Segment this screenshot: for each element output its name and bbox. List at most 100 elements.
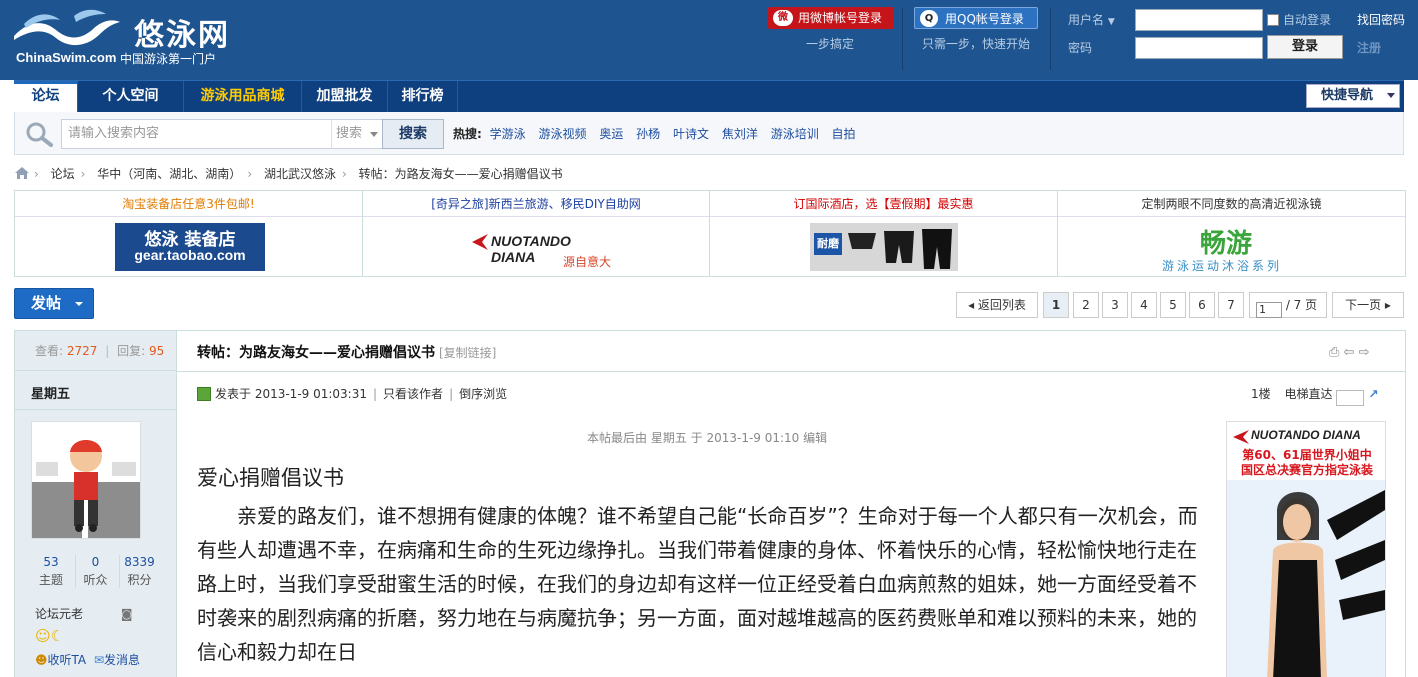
search-input[interactable]: 请输入搜索内容 (61, 119, 333, 149)
avatar-image-icon (32, 440, 140, 538)
page-4[interactable]: 4 (1131, 292, 1157, 318)
ad-goggles[interactable]: 定制两眼不同度数的高清近视泳镜 畅游 游泳运动沐浴系列 (1058, 191, 1405, 276)
nav-item-space[interactable]: 个人空间 (78, 81, 184, 112)
search-button[interactable]: 搜索 (382, 119, 444, 149)
hot-link[interactable]: 学游泳 (490, 127, 526, 141)
avatar[interactable] (31, 421, 141, 539)
only-author-link[interactable]: 只看该作者 (383, 387, 443, 401)
hot-link[interactable]: 孙杨 (636, 127, 660, 141)
login-button[interactable]: 登录 (1267, 35, 1343, 59)
forgot-password-link[interactable]: 找回密码 (1357, 11, 1405, 28)
ad-gear[interactable]: 淘宝装备店任意3件包邮! 悠泳 装备店 gear.taobao.com (15, 191, 363, 276)
follow-button[interactable]: ☻收听TA (35, 653, 86, 667)
next-page-button[interactable]: 下一页 ▸ (1332, 292, 1404, 318)
main-nav: 论坛 个人空间 游泳用品商城 加盟批发 排行榜 快捷导航 (14, 80, 1404, 112)
back-to-list-button[interactable]: ◂ 返回列表 (956, 292, 1038, 318)
ad-title[interactable]: [奇异之旅]新西兰旅游、移民DIY自助网 (363, 191, 709, 217)
page-1[interactable]: 1 (1043, 292, 1069, 318)
stat-points[interactable]: 8339 积分 (119, 555, 159, 588)
breadcrumb-item[interactable]: 论坛 (51, 167, 75, 181)
logo-domain: ChinaSwim.com (16, 50, 117, 65)
site-logo[interactable]: 悠泳网 ChinaSwim.com 中国游泳第一门户 (14, 6, 234, 68)
post-body-text: 亲爱的路友们，谁不想拥有健康的体魄？谁不希望自己能“长命百岁”？生命对于每一个人… (197, 504, 1198, 664)
hot-link[interactable]: 奥运 (599, 127, 623, 141)
page-jump[interactable]: 1 / 7 页 (1249, 292, 1327, 318)
ad-title[interactable]: 淘宝装备店任意3件包邮! (15, 191, 362, 217)
nav-item-forum[interactable]: 论坛 (14, 81, 78, 112)
logo-text: 悠泳网 (134, 18, 230, 53)
camera-icon[interactable]: ◙ (121, 607, 133, 621)
thread: 查看: 2727 | 回复: 95 星期五 53 主题 0 听众 8339 积分… (14, 330, 1406, 677)
hot-link[interactable]: 游泳视频 (538, 127, 586, 141)
prev-thread-icon[interactable]: ⇦ (1344, 345, 1355, 360)
register-link[interactable]: 注册 (1357, 39, 1381, 56)
qq-icon: Q (920, 10, 938, 27)
username-input[interactable] (1135, 9, 1263, 31)
stat-listeners[interactable]: 0 听众 (75, 555, 115, 588)
author-name[interactable]: 星期五 (31, 383, 70, 402)
moon-icon: ☾ (50, 627, 65, 645)
post-meta: 发表于 2013-1-9 01:03:31 | 只看该作者 | 倒序浏览 (197, 385, 507, 402)
quick-nav-button[interactable]: 快捷导航 (1306, 84, 1400, 108)
nav-item-ranking[interactable]: 排行榜 (388, 81, 458, 112)
chevron-right-icon: › (34, 167, 39, 181)
chevron-right-icon: › (341, 167, 347, 181)
password-label: 密码 (1068, 41, 1093, 55)
diana-banner[interactable]: NUOTANDO DIANA 源自意大 (459, 223, 619, 271)
nav-item-mall[interactable]: 游泳用品商城 (184, 81, 302, 112)
new-post-button[interactable]: 发帖 (14, 288, 94, 319)
breadcrumb-item[interactable]: 华中（河南、湖北、湖南） (97, 167, 241, 181)
weibo-login-button[interactable]: 微 用微博帐号登录 (768, 7, 894, 29)
go-icon[interactable]: ↗ (1368, 387, 1378, 401)
ad-nz-travel[interactable]: [奇异之旅]新西兰旅游、移民DIY自助网 NUOTANDO DIANA 源自意大 (363, 191, 710, 276)
swimwear-banner[interactable]: 耐磨 (810, 223, 958, 271)
diana-banner-sub: 源自意大 (563, 255, 612, 269)
ad-title[interactable]: 定制两眼不同度数的高清近视泳镜 (1058, 191, 1405, 217)
autologin-checkbox[interactable]: 自动登录 (1267, 11, 1331, 28)
breadcrumb-item[interactable]: 转帖：为路友海女——爱心捐赠倡议书 (359, 167, 563, 181)
stat-threads[interactable]: 53 主题 (31, 555, 71, 588)
floor-jump-input[interactable] (1336, 389, 1365, 406)
breadcrumb-item[interactable]: 湖北武汉悠泳 (264, 167, 336, 181)
divider (902, 8, 903, 70)
page-5[interactable]: 5 (1160, 292, 1186, 318)
diana-logo-icon (472, 234, 488, 250)
page-7[interactable]: 7 (1218, 292, 1244, 318)
changyou-banner[interactable]: 畅游 游泳运动沐浴系列 (1148, 223, 1318, 273)
jump-label: 电梯直达 (1284, 387, 1333, 401)
hot-link[interactable]: 自拍 (832, 127, 856, 141)
print-icon[interactable]: ⎙ (1329, 345, 1339, 360)
page-jump-input[interactable]: 1 (1256, 302, 1282, 318)
page-2[interactable]: 2 (1073, 292, 1099, 318)
hot-searches: 热搜: 学游泳 游泳视频 奥运 孙杨 叶诗文 焦刘洋 游泳培训 自拍 (453, 125, 865, 142)
copy-link-button[interactable]: [复制链接] (439, 346, 496, 360)
thread-title-text: 转帖：为路友海女——爱心捐赠倡议书 (197, 345, 435, 361)
password-input[interactable] (1135, 37, 1263, 59)
side-ad[interactable]: NUOTANDO DIANA 第60、61届世界小姐中国区总决赛官方指定泳装 (1226, 421, 1386, 677)
search-type-select[interactable]: 搜索 (331, 119, 383, 149)
gear-store-banner[interactable]: 悠泳 装备店 gear.taobao.com (115, 223, 265, 271)
chevron-down-icon: ▼ (1107, 17, 1115, 27)
message-button[interactable]: ✉发消息 (94, 653, 140, 667)
page-3[interactable]: 3 (1102, 292, 1128, 318)
edit-note: 本帖最后由 星期五 于 2013-1-9 01:10 编辑 (587, 431, 828, 445)
ad-title[interactable]: 订国际酒店，选【壹假期】最实惠 (710, 191, 1057, 217)
qq-sub-text: 只需一步，快速开始 (922, 37, 1031, 51)
ad-hotel[interactable]: 订国际酒店，选【壹假期】最实惠 耐磨 (710, 191, 1058, 276)
divider (15, 409, 177, 410)
home-icon[interactable] (14, 166, 30, 180)
swimsuit-model-image-icon (1227, 480, 1385, 677)
page-6[interactable]: 6 (1189, 292, 1215, 318)
thread-tools: ⎙ ⇦ ⇨ (1329, 345, 1370, 360)
username-label[interactable]: 用户名 ▼ (1068, 11, 1115, 28)
reverse-order-link[interactable]: 倒序浏览 (459, 387, 507, 401)
next-thread-icon[interactable]: ⇨ (1359, 345, 1370, 360)
nav-item-franchise[interactable]: 加盟批发 (302, 81, 388, 112)
hot-link[interactable]: 焦刘洋 (722, 127, 758, 141)
chevron-right-icon: › (247, 167, 253, 181)
hot-link[interactable]: 游泳培训 (771, 127, 819, 141)
hot-link[interactable]: 叶诗文 (673, 127, 709, 141)
qq-login-button[interactable]: Q 用QQ帐号登录 (914, 7, 1038, 29)
weibo-login-label: 用微博帐号登录 (798, 11, 883, 25)
chevron-right-icon: › (80, 167, 86, 181)
